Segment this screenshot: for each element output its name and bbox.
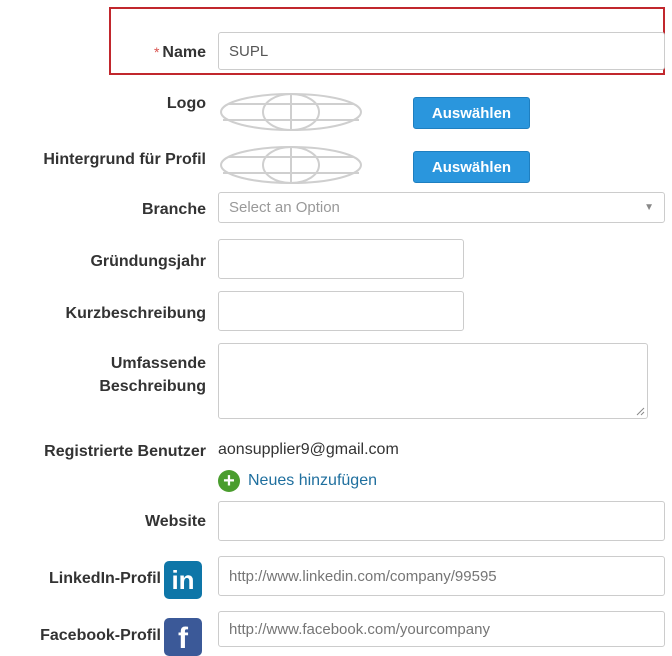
registered-user-email: aonsupplier9@gmail.com bbox=[218, 441, 399, 458]
facebook-label: Facebook-Profil bbox=[40, 627, 161, 644]
linkedin-label: LinkedIn-Profil bbox=[49, 570, 161, 587]
name-label-text: Name bbox=[162, 44, 206, 61]
logo-globe-placeholder-icon bbox=[220, 93, 362, 131]
background-globe-placeholder-icon bbox=[220, 146, 362, 184]
umfassende-label-line2: Beschreibung bbox=[99, 378, 206, 395]
umfassende-beschreibung-label: Umfassende Beschreibung bbox=[99, 352, 206, 398]
website-label: Website bbox=[144, 513, 206, 530]
facebook-input[interactable] bbox=[218, 611, 665, 647]
umfassende-textarea-wrap bbox=[218, 343, 648, 419]
website-input[interactable] bbox=[218, 501, 665, 541]
background-label: Hintergrund für Profil bbox=[43, 151, 206, 168]
gruendungsjahr-label: Gründungsjahr bbox=[90, 253, 206, 270]
branche-select-value: Select an Option bbox=[229, 199, 340, 216]
kurzbeschreibung-input[interactable] bbox=[218, 291, 464, 331]
umfassende-label-line1: Umfassende bbox=[110, 355, 206, 372]
branche-label: Branche bbox=[141, 201, 206, 218]
name-input[interactable] bbox=[218, 32, 665, 70]
add-user-link-text: Neues hinzufügen bbox=[248, 472, 377, 489]
linkedin-icon: in bbox=[164, 561, 202, 599]
resize-grip-icon[interactable] bbox=[635, 406, 645, 416]
plus-circle-icon: + bbox=[218, 470, 240, 492]
gruendungsjahr-input[interactable] bbox=[218, 239, 464, 279]
facebook-icon: f bbox=[164, 618, 202, 656]
registered-users-label: Registrierte Benutzer bbox=[44, 443, 206, 460]
name-label: * Name bbox=[154, 44, 206, 62]
kurzbeschreibung-label: Kurzbeschreibung bbox=[65, 305, 206, 322]
logo-label: Logo bbox=[166, 95, 206, 112]
required-marker: * bbox=[153, 44, 160, 60]
facebook-icon-glyph: f bbox=[178, 622, 188, 655]
logo-choose-button[interactable]: Auswählen bbox=[413, 97, 530, 129]
linkedin-input[interactable] bbox=[218, 556, 665, 596]
add-user-link[interactable]: + Neues hinzufügen bbox=[218, 470, 377, 492]
umfassende-beschreibung-textarea[interactable] bbox=[218, 343, 648, 419]
chevron-down-icon: ▼ bbox=[644, 202, 654, 213]
linkedin-icon-glyph: in bbox=[171, 564, 195, 595]
branche-select[interactable]: Select an Option ▼ bbox=[218, 192, 665, 223]
background-choose-button[interactable]: Auswählen bbox=[413, 151, 530, 183]
